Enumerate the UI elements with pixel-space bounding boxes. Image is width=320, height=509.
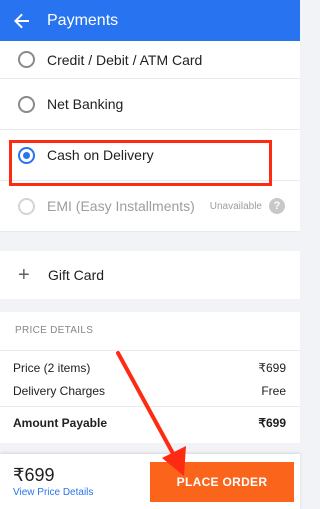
gift-card-row[interactable]: + Gift Card [0,251,300,299]
price-row: Price (2 items) ₹699 [13,361,286,375]
checkout-footer: ₹699 View Price Details PLACE ORDER [0,454,300,509]
price-row: Delivery Charges Free [13,384,286,398]
payment-option-net-banking[interactable]: Net Banking [0,79,300,130]
amount-payable-label: Amount Payable [13,416,108,430]
view-price-details-link[interactable]: View Price Details [13,487,93,498]
payment-option-card[interactable]: Credit / Debit / ATM Card [0,41,300,79]
plus-icon: + [18,264,30,286]
place-order-button[interactable]: PLACE ORDER [150,462,294,502]
payment-options-list: Credit / Debit / ATM Card Net Banking Ca… [0,41,300,232]
app-bar: Payments [0,0,300,41]
unavailable-label: Unavailable [209,200,262,212]
price-row-label: Delivery Charges [13,384,106,398]
price-row-value: Free [261,384,286,398]
payment-option-emi: EMI (Easy Installments) Unavailable ? [0,181,300,232]
price-row-label: Price (2 items) [13,361,91,375]
payment-option-cod[interactable]: Cash on Delivery [0,130,300,181]
radio-button-selected[interactable] [18,146,35,164]
payment-option-label: Credit / Debit / ATM Card [47,51,203,68]
radio-button[interactable] [18,51,35,68]
price-details-heading: PRICE DETAILS [15,325,94,336]
amount-payable-row: Amount Payable ₹699 [13,416,286,430]
payment-option-label: Net Banking [47,96,124,112]
payment-option-label: Cash on Delivery [47,147,154,163]
divider [0,406,300,407]
back-arrow-icon[interactable] [12,11,32,31]
radio-button-disabled [18,197,35,215]
help-icon[interactable]: ? [269,198,285,214]
radio-button[interactable] [18,95,35,113]
gift-card-label: Gift Card [48,267,105,283]
price-row-value: ₹699 [258,361,286,375]
footer-amount: ₹699 [13,465,55,485]
divider [0,350,300,351]
payment-option-label: EMI (Easy Installments) [47,198,195,214]
price-details-card: PRICE DETAILS Price (2 items) ₹699 Deliv… [0,312,300,443]
amount-payable-value: ₹699 [258,416,286,430]
page-title: Payments [47,11,119,29]
